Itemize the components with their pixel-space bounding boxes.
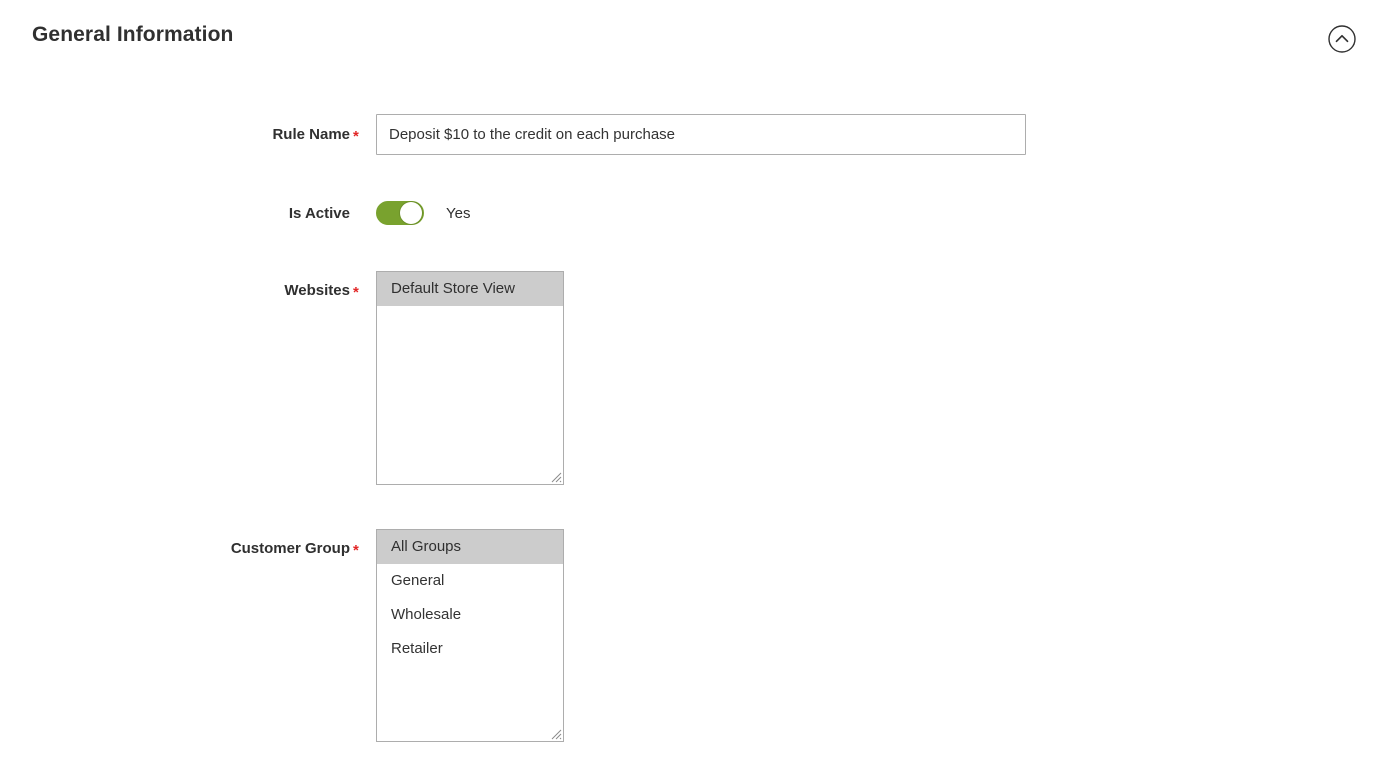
rule-name-required-marker: * [353,128,359,145]
websites-required-marker: * [353,284,359,301]
is-active-state-label: Yes [446,204,471,222]
section-header: General Information [0,0,1387,78]
chevron-up-circle-icon[interactable] [1327,24,1357,54]
list-item[interactable]: Wholesale [377,598,563,632]
is-active-toggle-wrap: Yes [376,201,470,225]
list-item[interactable]: Default Store View [377,272,563,306]
is-active-toggle[interactable] [376,201,424,225]
customer-group-label: Customer Group [230,540,350,557]
rule-name-input[interactable] [376,114,1026,155]
customer-group-required-marker: * [353,542,359,559]
list-item[interactable]: All Groups [377,530,563,564]
websites-label: Websites [284,282,350,299]
toggle-knob [400,202,422,224]
page-title: General Information [32,23,234,46]
customer-group-multiselect[interactable]: All Groups General Wholesale Retailer [376,529,564,742]
websites-multiselect[interactable]: Default Store View [376,271,564,485]
is-active-label: Is Active [288,205,350,222]
rule-name-label: Rule Name [272,126,350,143]
list-item[interactable]: Retailer [377,632,563,666]
list-item[interactable]: General [377,564,563,598]
chevron-up-circle-icon-svg [1328,25,1356,53]
